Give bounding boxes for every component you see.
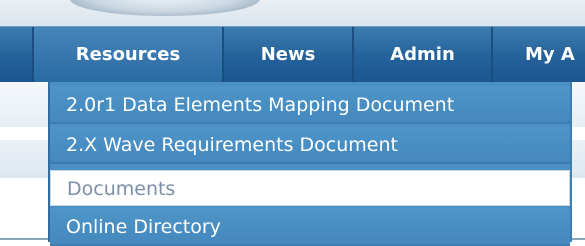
nav-item-my-account[interactable]: My A xyxy=(493,27,585,82)
nav-item-news[interactable]: News xyxy=(224,27,354,82)
navbar-left-edge xyxy=(0,27,34,82)
resources-dropdown-menu: 2.0r1 Data Elements Mapping Document 2.X… xyxy=(48,82,570,246)
menu-item-wave-requirements-document[interactable]: 2.X Wave Requirements Document xyxy=(50,126,570,164)
header-banner xyxy=(0,0,585,26)
banner-logo-graphic xyxy=(70,0,260,16)
menu-item-documents[interactable]: Documents xyxy=(50,170,570,206)
nav-item-resources[interactable]: Resources xyxy=(34,27,224,82)
nav-item-admin[interactable]: Admin xyxy=(354,27,493,82)
menu-item-online-directory[interactable]: Online Directory xyxy=(50,208,570,246)
main-navbar: Resources News Admin My A xyxy=(0,26,585,82)
menu-item-data-elements-mapping-document[interactable]: 2.0r1 Data Elements Mapping Document xyxy=(50,86,570,124)
